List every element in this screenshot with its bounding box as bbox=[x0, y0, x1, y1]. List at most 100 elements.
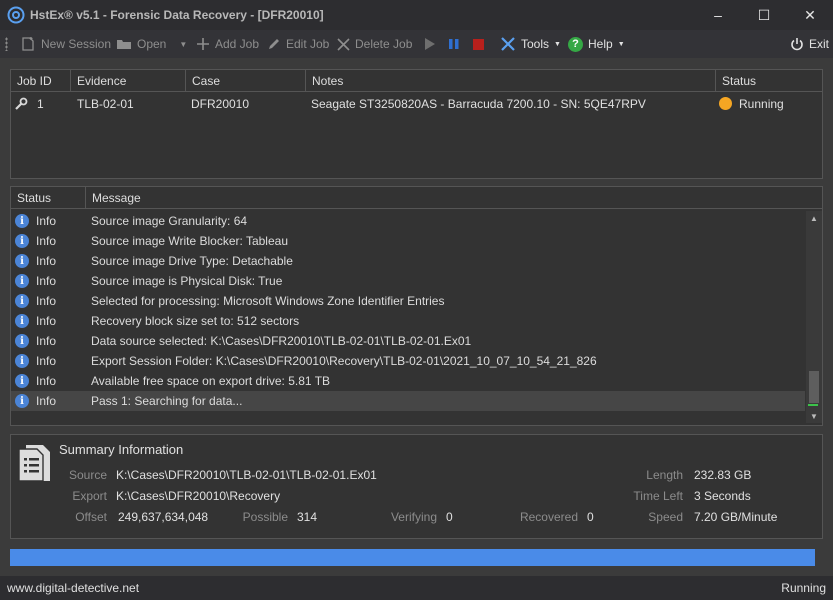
delete-job-button[interactable]: Delete Job bbox=[337, 30, 412, 58]
log-row[interactable]: i Info Data source selected: K:\Cases\DFR2… bbox=[11, 331, 805, 351]
log-status: Info bbox=[36, 374, 57, 388]
toolbar-grip-icon[interactable] bbox=[5, 37, 8, 51]
source-label: Source bbox=[68, 468, 107, 482]
log-status: Info bbox=[36, 234, 57, 248]
log-message: Available free space on export drive: 5.… bbox=[91, 374, 331, 388]
log-status: Info bbox=[36, 274, 57, 288]
log-message: Source image Drive Type: Detachable bbox=[91, 254, 293, 268]
log-message: Export Session Folder: K:\Cases\DFR20010… bbox=[91, 354, 597, 368]
log-scrollbar[interactable]: ▲ ▼ bbox=[806, 211, 822, 423]
status-dot-icon bbox=[719, 97, 732, 110]
activity-indicator bbox=[808, 404, 818, 406]
info-icon: i bbox=[15, 254, 29, 268]
log-status: Info bbox=[36, 354, 57, 368]
log-row[interactable]: i Info Recovery block size set to: 512 sec… bbox=[11, 311, 805, 331]
delete-job-label: Delete Job bbox=[355, 37, 413, 51]
speed-value: 7.20 GB/Minute bbox=[694, 510, 778, 524]
scroll-down-icon[interactable]: ▼ bbox=[806, 409, 822, 423]
log-status: Info bbox=[36, 214, 57, 228]
play-button[interactable] bbox=[424, 30, 436, 58]
log-row[interactable]: i Info Export Session Folder: K:\Cases\DFR… bbox=[11, 351, 805, 371]
col-case[interactable]: Case bbox=[186, 70, 306, 92]
scroll-up-icon[interactable]: ▲ bbox=[806, 211, 822, 225]
col-log-status[interactable]: Status bbox=[11, 187, 86, 209]
log-row[interactable]: i Info Available free space on export driv… bbox=[11, 371, 805, 391]
offset-value: 249,637,634,048 bbox=[118, 510, 209, 524]
stop-button[interactable] bbox=[473, 30, 484, 58]
info-icon: i bbox=[15, 374, 29, 388]
log-message: Source image Granularity: 64 bbox=[91, 214, 248, 228]
progress-fill bbox=[10, 549, 815, 566]
case-cell: DFR20010 bbox=[191, 97, 250, 111]
plus-icon bbox=[197, 38, 209, 50]
new-session-button[interactable]: New Session bbox=[20, 30, 111, 58]
log-status: Info bbox=[36, 394, 57, 408]
tools-menu[interactable]: Tools ▼ bbox=[500, 30, 561, 58]
help-menu[interactable]: ? Help ▼ bbox=[568, 30, 625, 58]
table-row[interactable]: 1 TLB-02-01 DFR20010 Seagate ST3250820AS… bbox=[11, 94, 822, 114]
recovered-label: Recovered bbox=[519, 510, 578, 524]
col-status[interactable]: Status bbox=[716, 70, 822, 92]
log-row[interactable]: i Info Source image is Physical Disk: True bbox=[11, 271, 805, 291]
status-bar: www.digital-detective.net Running bbox=[0, 576, 833, 600]
info-icon: i bbox=[15, 354, 29, 368]
info-icon: i bbox=[15, 274, 29, 288]
website-link[interactable]: www.digital-detective.net bbox=[7, 581, 139, 595]
col-job-id[interactable]: Job ID bbox=[11, 70, 71, 92]
pencil-icon bbox=[269, 39, 279, 49]
tools-icon bbox=[501, 37, 515, 51]
log-message: Source image Write Blocker: Tableau bbox=[91, 234, 288, 248]
col-notes[interactable]: Notes bbox=[306, 70, 716, 92]
length-label: Length bbox=[646, 468, 683, 482]
possible-label: Possible bbox=[242, 510, 288, 524]
summary-panel: Summary Information Source K:\Cases\DFR2… bbox=[10, 434, 823, 539]
source-value: K:\Cases\DFR20010\TLB-02-01\TLB-02-01.Ex… bbox=[116, 468, 377, 482]
log-message: Pass 1: Searching for data... bbox=[91, 394, 243, 408]
help-chevron-icon: ▼ bbox=[617, 40, 625, 48]
minimize-button[interactable]: – bbox=[695, 0, 741, 30]
summary-title: Summary Information bbox=[59, 442, 184, 457]
export-value: K:\Cases\DFR20010\Recovery bbox=[116, 489, 281, 503]
log-table: Status Message i Info Source image Granula… bbox=[10, 186, 823, 426]
open-dropdown-chevron-icon[interactable]: ▼ bbox=[179, 40, 187, 49]
help-icon: ? bbox=[568, 36, 583, 52]
edit-job-label: Edit Job bbox=[286, 37, 330, 51]
job-id-cell: 1 bbox=[37, 97, 44, 111]
log-row[interactable]: i Info Selected for processing: Microsoft … bbox=[11, 291, 805, 311]
info-icon: i bbox=[15, 394, 29, 408]
play-icon bbox=[425, 38, 435, 50]
close-button[interactable]: ✕ bbox=[787, 0, 833, 30]
log-message: Selected for processing: Microsoft Windo… bbox=[91, 294, 445, 308]
log-message: Source image is Physical Disk: True bbox=[91, 274, 283, 288]
time-left-value: 3 Seconds bbox=[694, 489, 751, 503]
pause-button[interactable] bbox=[448, 30, 460, 58]
col-evidence[interactable]: Evidence bbox=[71, 70, 186, 92]
log-row[interactable]: i Info Source image Drive Type: Detachable bbox=[11, 251, 805, 271]
log-list: i Info Source image Granularity: 64 i Info So… bbox=[11, 211, 805, 425]
notes-cell: Seagate ST3250820AS - Barracuda 7200.10 … bbox=[311, 97, 646, 111]
speed-label: Speed bbox=[648, 510, 683, 524]
log-status: Info bbox=[36, 314, 57, 328]
open-label: Open bbox=[137, 37, 167, 51]
log-row[interactable]: i Info Source image Write Blocker: Tableau bbox=[11, 231, 805, 251]
pause-icon bbox=[449, 39, 459, 49]
help-label: Help bbox=[588, 37, 613, 51]
edit-job-button[interactable]: Edit Job bbox=[267, 30, 329, 58]
stop-icon bbox=[473, 38, 484, 50]
add-job-button[interactable]: Add Job bbox=[196, 30, 259, 58]
exit-button[interactable]: Exit bbox=[790, 30, 829, 58]
new-session-label: New Session bbox=[41, 37, 112, 51]
window-title: HstEx® v5.1 - Forensic Data Recovery - [… bbox=[30, 8, 324, 22]
maximize-button[interactable]: ☐ bbox=[741, 0, 787, 30]
col-log-message[interactable]: Message bbox=[86, 187, 822, 209]
log-row[interactable]: i Info Source image Granularity: 64 bbox=[11, 211, 805, 231]
add-job-label: Add Job bbox=[215, 37, 260, 51]
toolbar: New Session Open ▼ Add Job Edit Job Dele… bbox=[0, 30, 833, 58]
log-row[interactable]: i Info Pass 1: Searching for data... bbox=[11, 391, 805, 411]
scroll-thumb[interactable] bbox=[809, 371, 819, 403]
evidence-cell: TLB-02-01 bbox=[77, 97, 134, 111]
open-button[interactable]: Open ▼ bbox=[116, 30, 187, 58]
info-icon: i bbox=[15, 294, 29, 308]
info-icon: i bbox=[15, 234, 29, 248]
time-left-label: Time Left bbox=[633, 489, 683, 503]
